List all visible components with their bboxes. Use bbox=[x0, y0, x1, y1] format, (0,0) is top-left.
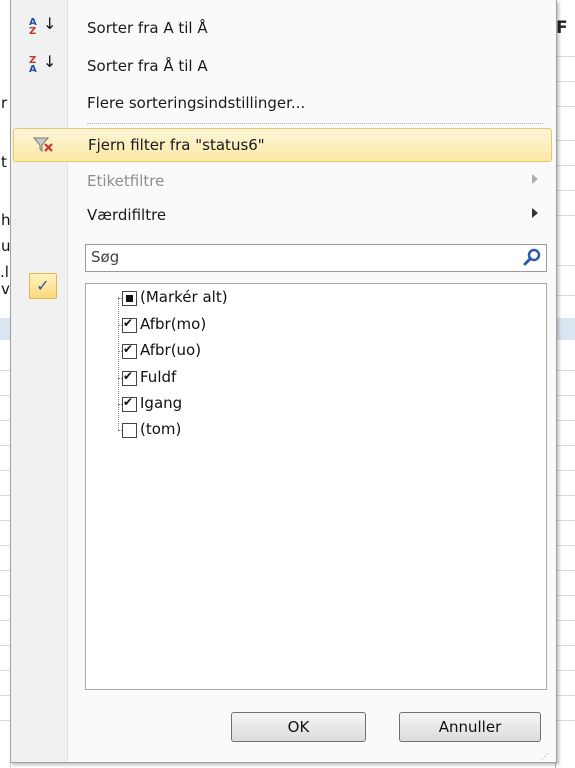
submenu-arrow-icon bbox=[532, 208, 538, 218]
sort-descending-icon: Z A ↓ bbox=[29, 52, 57, 75]
value-filters-label: Værdifiltre bbox=[87, 206, 167, 224]
menu-separator bbox=[87, 123, 543, 124]
sort-ascending-label: Sorter fra A til Å bbox=[87, 19, 208, 37]
row-fragment: v bbox=[1, 280, 10, 298]
value-checkbox[interactable] bbox=[122, 342, 137, 359]
sort-ascending-icon: A Z ↓ bbox=[29, 14, 57, 37]
value-checkbox[interactable] bbox=[122, 316, 137, 333]
label-filters-item[interactable]: Etiketfiltre bbox=[11, 165, 554, 197]
clear-filter-item[interactable]: Fjern filter fra "status6" bbox=[13, 128, 552, 162]
label-filters-label: Etiketfiltre bbox=[87, 172, 165, 190]
search-box[interactable] bbox=[85, 244, 547, 272]
selected-row-highlight bbox=[0, 318, 10, 340]
row-fragment: t bbox=[1, 153, 7, 171]
column-header-f[interactable]: F bbox=[556, 18, 568, 38]
list-item-label: (tom) bbox=[140, 420, 182, 438]
more-sort-options-label: Flere sorteringsindstillinger... bbox=[87, 94, 306, 112]
resize-grip-icon[interactable]: ⋰ bbox=[541, 752, 551, 761]
clear-filter-icon bbox=[32, 135, 60, 157]
search-icon[interactable] bbox=[522, 248, 542, 268]
cancel-button[interactable]: Annuller bbox=[399, 712, 541, 742]
value-checkbox[interactable] bbox=[122, 395, 137, 412]
list-item-label: Fuldf bbox=[140, 368, 177, 386]
value-checkbox[interactable] bbox=[122, 423, 137, 438]
list-item-label: Igang bbox=[140, 394, 183, 412]
list-item-label: Afbr(uo) bbox=[140, 341, 202, 359]
value-filters-item[interactable]: Værdifiltre bbox=[11, 199, 554, 231]
sort-descending-label: Sorter fra Å til A bbox=[87, 57, 208, 75]
more-sort-options-item[interactable]: Flere sorteringsindstillinger... bbox=[11, 87, 554, 119]
filter-values-list[interactable]: (Markér alt) Afbr(mo) Afbr(uo) Fuldf Iga… bbox=[85, 283, 547, 690]
search-input[interactable] bbox=[86, 245, 511, 269]
select-all-checkbox[interactable] bbox=[122, 291, 137, 306]
list-item-label: (Markér alt) bbox=[140, 288, 228, 306]
tree-connector bbox=[118, 297, 119, 430]
autofilter-menu: A Z ↓ Sorter fra A til Å Z A ↓ Sorter fra Å … bbox=[10, 0, 557, 763]
row-fragment: r bbox=[1, 94, 8, 112]
ok-button[interactable]: OK bbox=[231, 712, 366, 742]
sheet-right-strip bbox=[555, 0, 575, 768]
filter-active-check-icon: ✓ bbox=[29, 273, 57, 299]
clear-filter-label: Fjern filter fra "status6" bbox=[88, 136, 265, 154]
value-checkbox[interactable] bbox=[122, 369, 137, 386]
list-item-label: Afbr(mo) bbox=[140, 315, 207, 333]
selected-row-highlight bbox=[556, 318, 575, 340]
row-fragment: .l bbox=[0, 263, 9, 281]
sort-ascending-item[interactable]: A Z ↓ Sorter fra A til Å bbox=[11, 12, 554, 44]
submenu-arrow-icon bbox=[532, 174, 538, 184]
sort-descending-item[interactable]: Z A ↓ Sorter fra Å til A bbox=[11, 50, 554, 82]
